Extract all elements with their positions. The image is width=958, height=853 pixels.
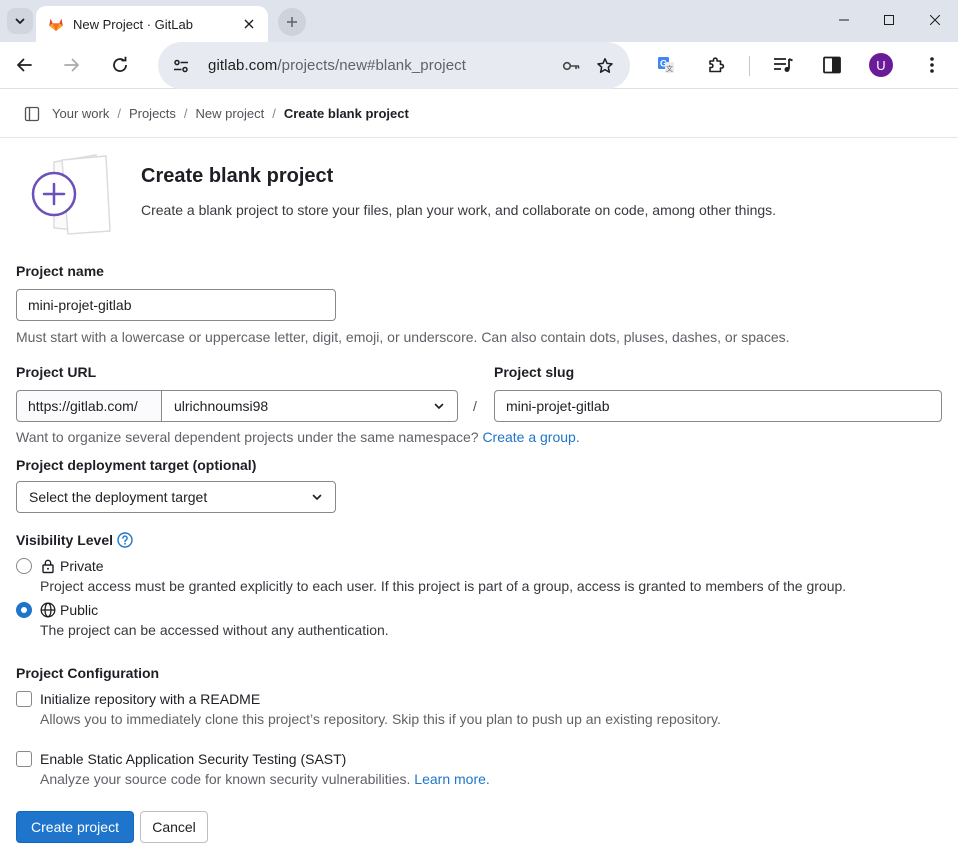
create-group-link[interactable]: Create a group. — [482, 429, 579, 445]
chevron-down-icon — [433, 400, 445, 412]
new-tab-button[interactable] — [278, 8, 306, 36]
breadcrumb: Your work / Projects / New project / Cre… — [0, 90, 958, 138]
learn-more-link[interactable]: Learn more. — [414, 771, 489, 787]
visibility-level-text: Visibility Level — [16, 532, 114, 548]
project-name-input[interactable]: mini-projet-gitlab — [16, 289, 336, 321]
avatar: U — [869, 53, 893, 77]
deployment-target-placeholder: Select the deployment target — [29, 489, 208, 505]
svg-text:文: 文 — [666, 64, 673, 73]
back-button[interactable] — [7, 48, 41, 82]
readme-label[interactable]: Initialize repository with a README — [40, 691, 260, 707]
extensions-icon[interactable] — [699, 48, 733, 82]
blank-project-illustration-icon — [24, 152, 114, 238]
breadcrumb-your-work[interactable]: Your work — [52, 106, 109, 121]
breadcrumb-create-blank-project[interactable]: Create blank project — [284, 106, 409, 121]
url-path: /projects/new#blank_project — [277, 57, 467, 74]
bookmark-star-icon[interactable] — [588, 49, 622, 83]
browser-toolbar: gitlab.com/projects/new#blank_project G文… — [0, 42, 958, 89]
project-slug-label: Project slug — [494, 364, 575, 380]
media-controls-icon[interactable] — [766, 48, 800, 82]
reload-button[interactable] — [103, 48, 137, 82]
group-help-text: Want to organize several dependent proje… — [16, 429, 479, 445]
readme-description: Allows you to immediately clone this pro… — [40, 711, 721, 727]
toolbar-divider — [749, 56, 750, 76]
tab-close-icon[interactable] — [240, 15, 258, 33]
breadcrumb-separator: / — [183, 106, 188, 121]
project-configuration-label: Project Configuration — [16, 665, 160, 681]
sidebar-toggle-icon[interactable] — [24, 106, 40, 122]
project-name-label: Project name — [16, 263, 104, 279]
sast-description-text: Analyze your source code for known secur… — [40, 771, 411, 787]
breadcrumb-projects[interactable]: Projects — [129, 106, 176, 121]
visibility-level-label: Visibility Level — [16, 532, 133, 548]
gitlab-favicon-icon — [48, 16, 64, 32]
namespace-value: ulrichnoumsi98 — [174, 398, 269, 414]
project-url-prefix: https://gitlab.com/ — [16, 390, 162, 422]
url-host: gitlab.com — [208, 57, 278, 74]
password-key-icon[interactable] — [554, 49, 588, 83]
page-title: Create blank project — [141, 165, 334, 187]
tab-search-button[interactable] — [7, 8, 33, 34]
translate-icon[interactable]: G文 — [649, 48, 683, 82]
visibility-private-label: Private — [60, 558, 104, 574]
lock-icon — [40, 558, 56, 574]
maximize-button[interactable] — [866, 0, 912, 40]
window-close-button[interactable] — [912, 0, 958, 40]
group-help: Want to organize several dependent proje… — [16, 429, 580, 445]
namespace-select[interactable]: ulrichnoumsi98 — [162, 390, 458, 422]
chevron-down-icon — [14, 15, 26, 27]
sast-description: Analyze your source code for known secur… — [40, 771, 490, 787]
arrow-right-icon — [63, 56, 81, 74]
page-description: Create a blank project to store your fil… — [141, 202, 777, 218]
site-settings-icon[interactable] — [164, 49, 198, 83]
arrow-left-icon — [15, 56, 33, 74]
browser-menu-icon[interactable] — [915, 48, 949, 82]
globe-icon — [40, 602, 56, 618]
visibility-public-label: Public — [60, 602, 99, 618]
visibility-public-description: The project can be accessed without any … — [40, 622, 389, 638]
sast-label[interactable]: Enable Static Application Security Testi… — [40, 751, 346, 767]
browser-tab-bar: New Project · GitLab — [0, 0, 958, 42]
url-slug-separator: / — [473, 398, 477, 414]
readme-checkbox[interactable] — [16, 691, 32, 707]
sast-checkbox[interactable] — [16, 751, 32, 767]
cancel-button[interactable]: Cancel — [140, 811, 208, 843]
plus-icon — [286, 16, 298, 28]
visibility-private-radio[interactable] — [16, 558, 32, 574]
project-slug-input[interactable]: mini-projet-gitlab — [494, 390, 942, 422]
forward-button[interactable] — [55, 48, 89, 82]
url-text: gitlab.com/projects/new#blank_project — [208, 57, 554, 74]
project-url-label: Project URL — [16, 364, 97, 380]
deployment-target-select[interactable]: Select the deployment target — [16, 481, 336, 513]
question-circle-icon[interactable] — [117, 532, 133, 548]
side-panel-icon[interactable] — [815, 48, 849, 82]
tab-title: New Project · GitLab — [73, 16, 193, 32]
visibility-private-description: Project access must be granted explicitl… — [40, 578, 847, 594]
breadcrumb-separator: / — [272, 106, 276, 121]
visibility-public-option[interactable]: Public — [40, 602, 98, 618]
breadcrumb-separator: / — [117, 106, 121, 121]
create-project-button[interactable]: Create project — [16, 811, 134, 843]
address-bar[interactable]: gitlab.com/projects/new#blank_project — [158, 42, 630, 89]
visibility-private-option[interactable]: Private — [40, 558, 104, 574]
browser-tab[interactable]: New Project · GitLab — [36, 6, 268, 42]
deployment-target-label: Project deployment target (optional) — [16, 457, 257, 473]
profile-button[interactable]: U — [864, 48, 898, 82]
chevron-down-icon — [311, 491, 323, 503]
breadcrumb-new-project[interactable]: New project — [196, 106, 265, 121]
minimize-button[interactable] — [821, 0, 867, 40]
reload-icon — [111, 56, 129, 74]
project-name-help: Must start with a lowercase or uppercase… — [16, 329, 790, 345]
visibility-public-radio[interactable] — [16, 602, 32, 618]
